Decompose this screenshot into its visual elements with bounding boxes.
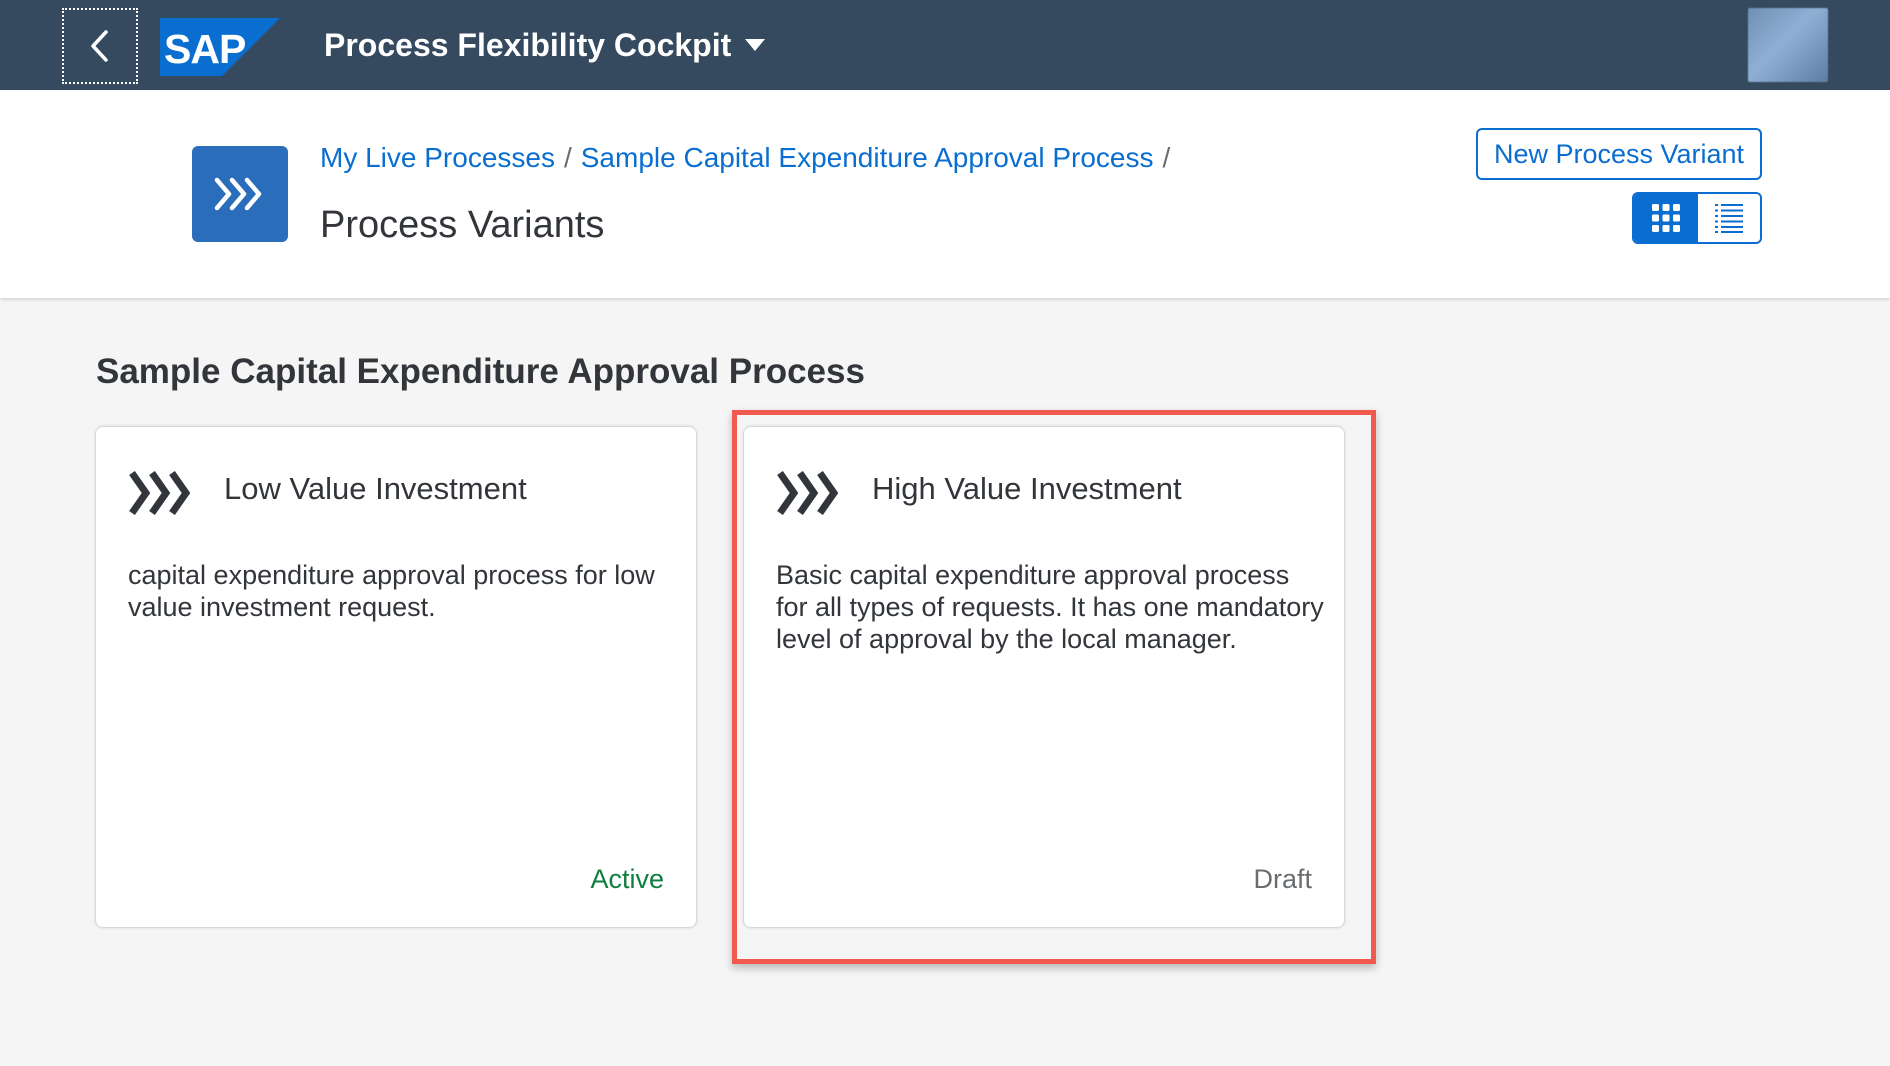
card-description: Basic capital expenditure approval proce…	[776, 560, 1324, 654]
page-title: Process Variants	[320, 204, 605, 246]
process-arrows-icon	[777, 470, 839, 516]
new-process-variant-button[interactable]: New Process Variant	[1476, 128, 1762, 180]
list-icon	[1715, 204, 1743, 233]
grid-icon	[1651, 204, 1680, 232]
back-button[interactable]	[62, 8, 138, 84]
app-title-menu[interactable]: Process Flexibility Cockpit	[324, 22, 766, 68]
process-arrows-icon	[129, 470, 191, 516]
page-header: My Live Processes / Sample Capital Expen…	[0, 90, 1890, 298]
breadcrumb: My Live Processes / Sample Capital Expen…	[320, 142, 1179, 174]
status-badge: Draft	[1253, 864, 1312, 894]
breadcrumb-link-sample-process[interactable]: Sample Capital Expenditure Approval Proc…	[581, 142, 1154, 174]
view-toggle	[1632, 192, 1762, 244]
card-title: High Value Investment	[872, 471, 1182, 506]
caret-down-icon	[745, 39, 766, 51]
list-view-button[interactable]	[1697, 194, 1760, 242]
breadcrumb-separator: /	[1162, 142, 1171, 173]
status-badge: Active	[590, 864, 664, 894]
card-description: capital expenditure approval process for…	[128, 560, 655, 622]
process-arrows-icon	[214, 177, 262, 211]
grid-view-button[interactable]	[1634, 194, 1697, 242]
app-title-text: Process Flexibility Cockpit	[324, 26, 732, 63]
process-object-icon	[192, 146, 288, 242]
variant-card-low-value[interactable]: Low Value Investment capital expenditure…	[95, 426, 697, 928]
breadcrumb-link-my-live-processes[interactable]: My Live Processes	[320, 142, 555, 174]
breadcrumb-separator: /	[563, 142, 572, 173]
logo-text: SAP	[164, 26, 245, 72]
card-title: Low Value Investment	[224, 471, 527, 506]
chevron-left-icon	[91, 30, 108, 62]
user-avatar[interactable]	[1748, 8, 1828, 82]
shell-bar: SAP Process Flexibility Cockpit	[0, 0, 1890, 90]
sap-logo: SAP	[160, 18, 280, 76]
variant-card-high-value[interactable]: High Value Investment Basic capital expe…	[743, 426, 1345, 928]
section-title: Sample Capital Expenditure Approval Proc…	[96, 352, 865, 391]
